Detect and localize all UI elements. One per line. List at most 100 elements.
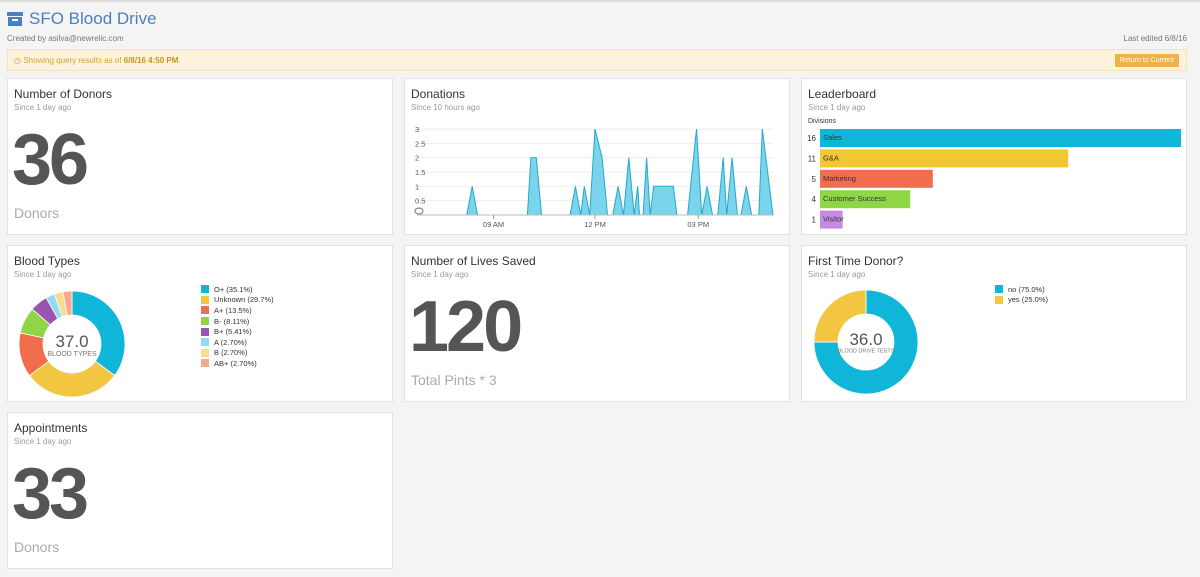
donut-center-label: BLOOD DRIVE TESTS	[838, 349, 895, 355]
widget-title: Leaderboard	[808, 87, 877, 101]
bar-value-label: 4	[812, 195, 817, 204]
legend-label: Unknown (29.7%)	[214, 295, 274, 305]
blood-types-donut-chart: 37.0BLOOD TYPES	[18, 290, 126, 398]
donut-slice[interactable]	[28, 360, 116, 398]
bar-category-label: Sales	[823, 133, 842, 142]
widget-since: Since 1 day ago	[14, 437, 72, 446]
widget-title: Number of Lives Saved	[411, 254, 536, 268]
x-tick-label: 09 AM	[483, 220, 504, 229]
widget-title: First Time Donor?	[808, 254, 904, 268]
legend-swatch	[201, 317, 209, 326]
appointments-widget[interactable]: Appointments Since 1 day ago 33 Donors	[7, 412, 393, 569]
first-time-legend: no (75.0%) yes (25.0%)	[995, 284, 1048, 305]
legend-swatch	[201, 359, 209, 368]
donut-center-value: 37.0	[55, 332, 88, 351]
donors-widget[interactable]: Number of Donors Since 1 day ago 36 Dono…	[7, 78, 393, 235]
bar-category-label: Customer Success	[823, 194, 886, 203]
banner-timestamp: 6/8/16 4:50 PM	[123, 56, 179, 65]
legend-item[interactable]: O+ (35.1%)	[201, 284, 274, 295]
widget-since: Since 1 day ago	[14, 103, 72, 112]
leaderboard-bar[interactable]	[820, 149, 1069, 168]
legend-label: B+ (5.41%)	[214, 327, 252, 337]
widget-since: Since 1 day ago	[808, 270, 866, 279]
leaderboard-widget[interactable]: Leaderboard Since 1 day ago Divisions 16…	[801, 78, 1187, 235]
legend-item[interactable]: B- (8.11%)	[201, 316, 274, 327]
first-time-donor-widget[interactable]: First Time Donor? Since 1 day ago 36.0 BL…	[801, 245, 1187, 402]
y-tick-label: 2	[415, 154, 419, 163]
legend-label: AB+ (2.70%)	[214, 358, 257, 368]
legend-label: O+ (35.1%)	[214, 284, 253, 294]
legend-item[interactable]: B+ (5.41%)	[201, 326, 274, 337]
legend-item[interactable]: A+ (13.5%)	[201, 305, 274, 316]
y-tick-label: 3	[415, 125, 419, 134]
donations-area-chart: 3 2.5 2 1.5 1 0.5 09 AM 12 PM 03 PM	[414, 125, 774, 229]
appointments-value: 33	[12, 454, 89, 534]
return-to-current-button[interactable]: Return to Current	[1114, 54, 1179, 67]
blood-types-legend: O+ (35.1%) Unknown (29.7%) A+ (13.5%) B- (8…	[201, 284, 274, 369]
widget-title: Number of Donors	[14, 87, 113, 101]
lives-unit: Total Pints * 3	[411, 372, 497, 388]
widget-since: Since 1 day ago	[808, 103, 866, 112]
widget-since: Since 1 day ago	[411, 270, 469, 279]
legend-label: B (2.70%)	[214, 348, 248, 358]
legend-label: yes (25.0%)	[1008, 295, 1049, 305]
legend-item[interactable]: yes (25.0%)	[995, 295, 1048, 306]
legend-swatch	[201, 306, 209, 315]
legend-swatch	[201, 348, 209, 357]
bar-category-label: Visitor	[823, 215, 844, 224]
legend-swatch	[201, 285, 209, 294]
legend-item[interactable]: no (75.0%)	[995, 284, 1048, 295]
legend-label: B- (8.11%)	[214, 316, 250, 326]
first-time-donut-chart: 36.0BLOOD DRIVE TESTS	[813, 289, 919, 395]
widget-since: Since 1 day ago	[14, 270, 72, 279]
legend-item[interactable]: B (2.70%)	[201, 348, 274, 359]
leaderboard-bar-chart: 16 Sales 11 G&A 5 Marketing 4 Customer Success 1…	[807, 129, 1181, 229]
blood-types-widget[interactable]: Blood Types Since 1 day ago 37.0 BLOOD TY…	[7, 245, 393, 402]
page-title: SFO Blood Drive	[29, 9, 157, 28]
legend-label: A (2.70%)	[214, 337, 247, 347]
y-tick-label: 1.5	[415, 168, 425, 177]
legend-swatch	[201, 295, 209, 304]
donors-unit: Donors	[14, 205, 60, 221]
bar-value-label: 5	[812, 175, 817, 184]
legend-item[interactable]: A (2.70%)	[201, 337, 274, 348]
zoom-reset-icon[interactable]	[414, 207, 424, 215]
widget-title: Appointments	[14, 421, 88, 435]
legend-item[interactable]: AB+ (2.70%)	[201, 358, 274, 369]
legend-swatch	[995, 295, 1003, 304]
banner-text: ◷ Showing query results as of 6/8/16 4:5…	[14, 56, 181, 65]
dashboard-icon	[7, 12, 23, 26]
bar-value-label: 16	[807, 134, 816, 143]
bar-category-label: G&A	[823, 153, 839, 162]
legend-label: no (75.0%)	[1008, 284, 1045, 294]
last-edited: Last edited 6/8/16	[1123, 34, 1187, 43]
legend-item[interactable]: Unknown (29.7%)	[201, 295, 274, 306]
legend-swatch	[201, 338, 209, 347]
y-tick-label: 2.5	[415, 139, 425, 148]
bar-value-label: 11	[808, 154, 817, 163]
bar-value-label: 1	[812, 216, 817, 225]
lives-value: 120	[409, 287, 523, 367]
legend-label: A+ (13.5%)	[214, 305, 252, 315]
created-by: Created by asilva@newrelic.com	[7, 34, 124, 43]
query-time-banner: ◷ Showing query results as of 6/8/16 4:5…	[7, 49, 1187, 71]
widget-title: Donations	[411, 87, 466, 101]
donors-value: 36	[12, 120, 89, 200]
x-tick-label: 03 PM	[687, 220, 709, 229]
leaderboard-axis-label: Divisions	[808, 118, 837, 125]
legend-swatch	[201, 327, 209, 336]
widget-since: Since 10 hours ago	[411, 103, 480, 112]
lives-saved-widget[interactable]: Number of Lives Saved Since 1 day ago 12…	[404, 245, 790, 402]
legend-swatch	[995, 285, 1003, 294]
clock-icon: ◷	[14, 56, 21, 65]
y-tick-label: 1	[415, 182, 419, 191]
widget-title: Blood Types	[14, 254, 80, 268]
donut-center-label: BLOOD TYPES	[47, 351, 97, 358]
bar-category-label: Marketing	[823, 174, 856, 183]
y-tick-label: 0.5	[415, 197, 425, 206]
leaderboard-bar[interactable]	[820, 129, 1181, 147]
x-tick-label: 12 PM	[584, 220, 606, 229]
top-border	[0, 0, 1200, 2]
dashboard-header: SFO Blood Drive Created by asilva@newrel…	[7, 8, 1187, 43]
donations-widget[interactable]: Donations Since 10 hours ago 3 2.5 2 1.5 1 0.…	[404, 78, 790, 235]
